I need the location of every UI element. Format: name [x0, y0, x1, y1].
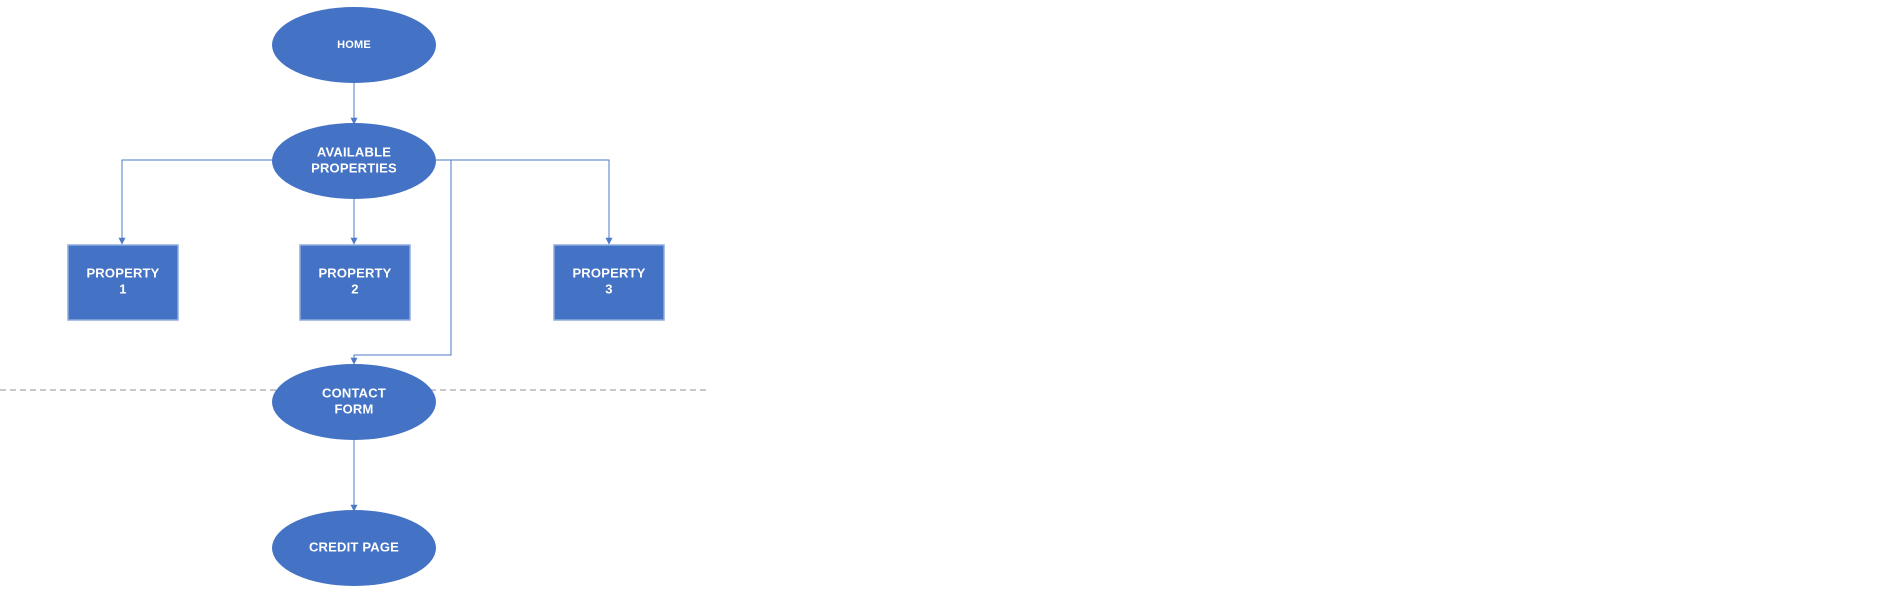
- node-property-1: PROPERTY 1: [67, 244, 179, 321]
- node-home: HOME: [272, 7, 436, 83]
- node-property-1-label-line-1: PROPERTY: [86, 265, 159, 280]
- node-contact-form-label-line-2: FORM: [334, 401, 373, 416]
- node-property-3-label-line-2: 3: [605, 281, 612, 296]
- node-property-2-label-line-2: 2: [351, 281, 358, 296]
- node-available-properties: AVAILABLE PROPERTIES: [272, 123, 436, 199]
- node-available-properties-label-line-2: PROPERTIES: [311, 160, 397, 175]
- node-property-2: PROPERTY 2: [299, 244, 411, 321]
- node-property-1-label-line-2: 1: [119, 281, 126, 296]
- sitemap-diagram: HOME AVAILABLE PROPERTIES PROPERTY 1 PRO…: [0, 7, 708, 586]
- connector-available-properties-to-property-3: [436, 159, 613, 245]
- node-credit-page-label: CREDIT PAGE: [309, 539, 399, 554]
- node-property-3: PROPERTY 3: [553, 244, 665, 321]
- node-available-properties-label-line-1: AVAILABLE: [317, 144, 391, 159]
- node-credit-page: CREDIT PAGE: [272, 510, 436, 586]
- node-contact-form-label-line-1: CONTACT: [322, 385, 386, 400]
- node-property-2-label-line-1: PROPERTY: [318, 265, 391, 280]
- node-property-3-label-line-1: PROPERTY: [572, 265, 645, 280]
- node-contact-form: CONTACT FORM: [272, 364, 436, 440]
- connector-available-properties-to-property-1: [118, 159, 274, 245]
- node-home-label: HOME: [337, 39, 371, 51]
